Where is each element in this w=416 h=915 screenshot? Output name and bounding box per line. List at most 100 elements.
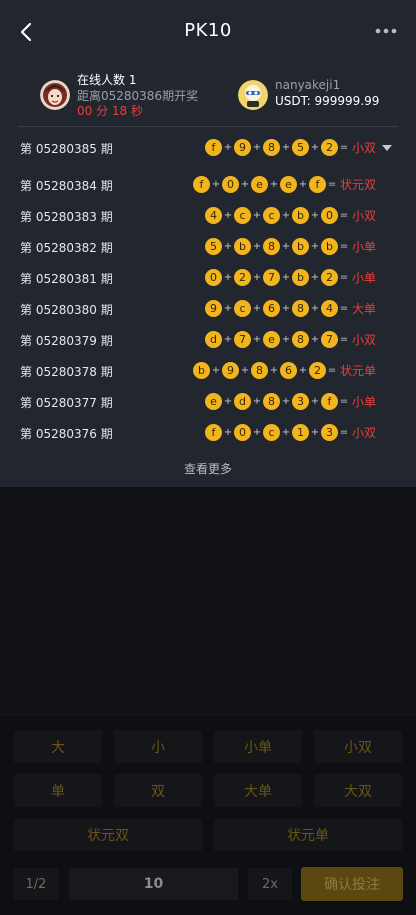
ball-group: f +0 + c +1 +3 = 小双 (204, 423, 376, 441)
period-label: 第 05280377 期 (20, 396, 113, 410)
user-avatar[interactable] (238, 80, 268, 110)
result-row: 第 05280383 期 4 + c + c + b +0 = 小双 (0, 200, 416, 231)
game-avatar (40, 80, 70, 110)
result-ball: 9 (204, 299, 222, 317)
result-ball: b (291, 206, 309, 224)
plus-sign: + (281, 302, 291, 314)
result-ball: 3 (320, 423, 338, 441)
bet-option[interactable]: 小双 (314, 730, 402, 763)
plus-sign: + (223, 271, 233, 283)
result-ball: c (233, 206, 251, 224)
result-ball: 2 (320, 268, 338, 286)
more-button[interactable] (374, 22, 398, 40)
result-ball: 3 (291, 392, 309, 410)
result-ball: e (204, 392, 222, 410)
bet-option[interactable]: 状元双 (14, 818, 202, 851)
result-row: 第 05280378 期 b +9 +8 +6 +2 = 状元单 (0, 355, 416, 386)
result-ball: 0 (204, 268, 222, 286)
plus-sign: + (310, 395, 320, 407)
ball-group: b +9 +8 +6 +2 = 状元单 (192, 361, 376, 379)
result-ball: 0 (221, 175, 239, 193)
bet-option[interactable]: 小单 (214, 730, 302, 763)
bet-option[interactable]: 大 (14, 730, 102, 763)
result-ball: 1 (291, 423, 309, 441)
result-row: 第 05280381 期 0 +2 +7 + b +2 = 小单 (0, 262, 416, 293)
result-label: 小双 (351, 140, 376, 155)
result-ball: 7 (262, 268, 280, 286)
plus-sign: + (310, 302, 320, 314)
plus-sign: + (281, 333, 291, 345)
page-indicator[interactable]: 1/2 (14, 868, 58, 900)
period-label: 第 05280376 期 (20, 427, 113, 441)
plus-sign: + (252, 141, 262, 153)
result-row: 第 05280382 期 5 + b +8 + b + b = 小单 (0, 231, 416, 262)
result-row: 第 05280379 期 d +7 + e +8 +7 = 小双 (0, 324, 416, 355)
amount-input[interactable]: 10 (69, 868, 238, 900)
bet-option[interactable]: 小 (114, 730, 202, 763)
bottom-bar: 1/2 10 2x 确认投注 (0, 862, 416, 904)
results-panel: PK10 在线人数 1 距离05280386期开奖 00 分 18 秒 nany… (0, 0, 416, 487)
see-more-link[interactable]: 查看更多 (0, 460, 416, 477)
plus-sign: + (269, 178, 279, 190)
plus-sign: + (298, 364, 308, 376)
result-ball: 5 (291, 138, 309, 156)
result-ball: b (291, 237, 309, 255)
page-title: PK10 (184, 20, 232, 41)
equals-sign: = (339, 395, 349, 407)
equals-sign: = (339, 333, 349, 345)
plus-sign: + (252, 240, 262, 252)
result-ball: 2 (233, 268, 251, 286)
bet-option[interactable]: 状元单 (214, 818, 402, 851)
more-dots-icon (375, 28, 397, 34)
plus-sign: + (252, 209, 262, 221)
result-ball: d (233, 392, 251, 410)
plus-sign: + (211, 364, 221, 376)
result-ball: b (233, 237, 251, 255)
plus-sign: + (310, 333, 320, 345)
bet-option[interactable]: 大双 (314, 774, 402, 807)
plus-sign: + (281, 426, 291, 438)
header: PK10 (0, 0, 416, 62)
plus-sign: + (223, 426, 233, 438)
divider (18, 126, 398, 127)
ball-group: d +7 + e +8 +7 = 小双 (204, 330, 376, 348)
ball-group: e + d +8 +3 + f = 小单 (204, 392, 376, 410)
plus-sign: + (310, 240, 320, 252)
plus-sign: + (281, 141, 291, 153)
plus-sign: + (281, 395, 291, 407)
plus-sign: + (252, 333, 262, 345)
result-ball: c (233, 299, 251, 317)
period-label: 第 05280380 期 (20, 303, 113, 317)
result-ball: d (204, 330, 222, 348)
result-ball: f (320, 392, 338, 410)
result-ball: f (192, 175, 210, 193)
period-label: 第 05280382 期 (20, 241, 113, 255)
equals-sign: = (339, 240, 349, 252)
period-label: 第 05280379 期 (20, 334, 113, 348)
bet-option[interactable]: 单 (14, 774, 102, 807)
result-label: 状元单 (339, 363, 376, 378)
result-label: 大单 (351, 301, 376, 316)
result-ball: 8 (262, 138, 280, 156)
plus-sign: + (252, 395, 262, 407)
bet-option[interactable]: 大单 (214, 774, 302, 807)
result-label: 小双 (351, 425, 376, 440)
result-ball: 4 (204, 206, 222, 224)
bet-option[interactable]: 双 (114, 774, 202, 807)
result-ball: b (291, 268, 309, 286)
result-ball: e (279, 175, 297, 193)
multiplier-button[interactable]: 2x (248, 868, 292, 900)
plus-sign: + (240, 364, 250, 376)
result-ball: 8 (250, 361, 268, 379)
result-row: 第 05280380 期 9 + c +6 +8 +4 = 大单 (0, 293, 416, 324)
result-label: 状元双 (339, 177, 376, 192)
plus-sign: + (310, 141, 320, 153)
expand-caret-icon[interactable] (382, 145, 392, 151)
confirm-bet-button[interactable]: 确认投注 (301, 867, 403, 901)
result-ball: 7 (320, 330, 338, 348)
equals-sign: = (339, 426, 349, 438)
period-label: 第 05280383 期 (20, 210, 113, 224)
plus-sign: + (223, 333, 233, 345)
plus-sign: + (240, 178, 250, 190)
plus-sign: + (223, 209, 233, 221)
